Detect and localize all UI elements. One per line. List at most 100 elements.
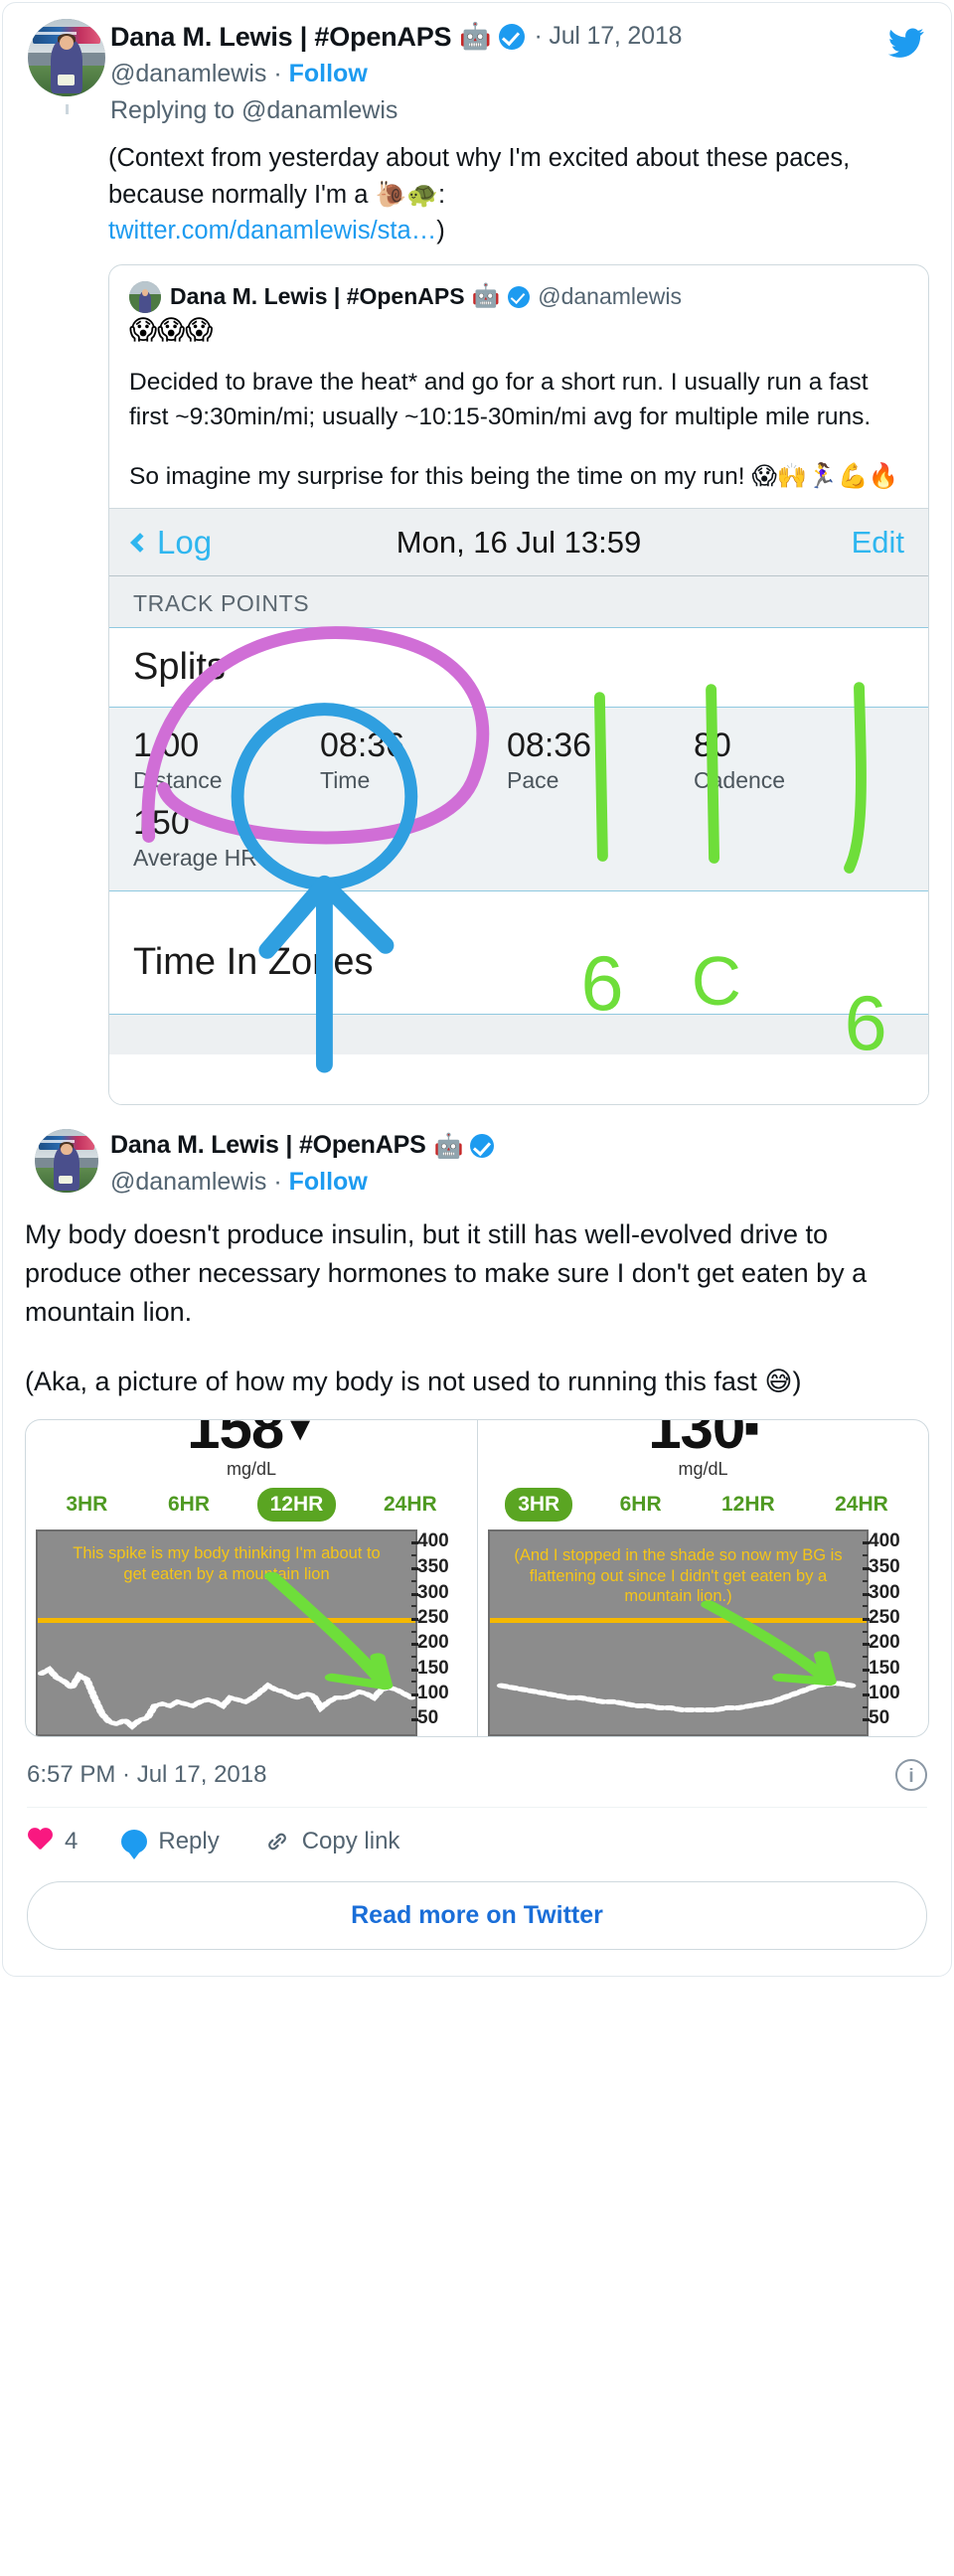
track-points-section-label: TRACK POINTS <box>109 576 928 629</box>
range-button-6hr-left[interactable]: 6HR <box>155 1488 223 1522</box>
stat-pace-value: 08:36 <box>507 726 592 765</box>
stat-time-value: 08:36 <box>320 726 405 765</box>
stat-average-hr-value: 150 <box>133 804 190 843</box>
follow-button[interactable]: Follow <box>289 60 368 87</box>
range-button-6hr-right[interactable]: 6HR <box>607 1488 675 1522</box>
cgm-left-ytick-400: 400 <box>411 1530 449 1552</box>
tweet2-handle[interactable]: @danamlewis <box>110 1168 266 1196</box>
like-count: 4 <box>65 1827 79 1854</box>
cgm-right-ytick-300: 300 <box>863 1581 900 1603</box>
like-action[interactable]: 4 <box>27 1828 78 1855</box>
quoted-paragraph-2: So imagine my surprise for this being th… <box>129 459 908 495</box>
tweet2-paragraph-2: (Aka, a picture of how my body is not us… <box>25 1363 929 1401</box>
workout-app-screenshot[interactable]: Log Mon, 16 Jul 13:59 Edit TRACK POINTS … <box>109 508 928 1105</box>
tweet-link[interactable]: twitter.com/danamlewis/sta… <box>108 217 436 244</box>
range-button-3hr-left[interactable]: 3HR <box>53 1488 120 1522</box>
copy-link-action[interactable]: Copy link <box>263 1828 399 1855</box>
robot-icon: 🤖 <box>459 21 492 52</box>
cgm-right-y-axis: 400 350 300 250 200 150 100 50 <box>862 1529 924 1736</box>
author-handle[interactable]: @danamlewis <box>110 60 266 87</box>
tweet-body-column: (Context from yesterday about why I'm ex… <box>25 128 929 1106</box>
tweet2-separator-dot: · <box>273 1168 282 1197</box>
info-icon[interactable]: i <box>895 1758 927 1791</box>
tweet-actions: 4 Reply Copy link <box>3 1808 951 1877</box>
splits-stats-row[interactable]: 1.00 Distance 08:36 Time 08:36 Pace 80 C… <box>109 708 928 892</box>
chevron-left-icon <box>130 533 150 553</box>
quoted-text: Decided to brave the heat* and go for a … <box>129 366 908 494</box>
separator-dot: · <box>273 60 282 88</box>
quoted-tweet[interactable]: Dana M. Lewis | #OpenAPS 🤖 @danamlewis 😱… <box>108 264 929 1106</box>
quoted-paragraph-2-text: So imagine my surprise for this being th… <box>129 462 752 490</box>
tweet-embed-card: Dana M. Lewis | #OpenAPS 🤖 · Jul 17, 201… <box>2 2 952 1977</box>
reply-label: Reply <box>158 1827 220 1854</box>
tweet2-body: My body doesn't produce insulin, but it … <box>25 1200 929 1737</box>
author-handle-row: @danamlewis · Follow <box>110 57 929 91</box>
tweet2-avatar[interactable] <box>35 1129 98 1194</box>
tweet-author-block: Dana M. Lewis | #OpenAPS 🤖 · Jul 17, 201… <box>108 19 929 128</box>
tweet2-follow-button[interactable]: Follow <box>289 1168 368 1196</box>
time-in-zones-row[interactable]: Time In Zones <box>109 891 928 1016</box>
stat-average-hr-label: Average HR <box>133 844 257 871</box>
tweet-meta-row: 6:57 PM · Jul 17, 2018 i <box>3 1737 951 1807</box>
cgm-left-ytick-300: 300 <box>411 1581 449 1603</box>
replying-to-label: Replying to @danamlewis <box>110 96 398 125</box>
tweet2-paragraph-2-close: ) <box>792 1366 802 1396</box>
cgm-right-reading: 130 <box>648 1419 745 1461</box>
back-button[interactable]: Log <box>130 524 212 562</box>
tweet2-handle-row: @danamlewis · Follow <box>110 1165 929 1200</box>
quoted-verified-badge-icon <box>508 286 531 309</box>
range-button-24hr-left[interactable]: 24HR <box>371 1488 450 1522</box>
author-display-name[interactable]: Dana M. Lewis | #OpenAPS <box>110 19 452 55</box>
range-button-12hr-left[interactable]: 12HR <box>256 1487 337 1522</box>
verified-badge-icon <box>498 24 525 51</box>
cgm-panel-left: 158▼ mg/dL 3HR 6HR 12HR 24HR This spike … <box>26 1420 477 1736</box>
cgm-left-range-selector: 3HR 6HR 12HR 24HR <box>26 1487 477 1522</box>
stat-average-hr: 150 Average HR <box>133 803 904 873</box>
tweet2-header: Dana M. Lewis | #OpenAPS 🤖 @danamlewis ·… <box>25 1119 929 1200</box>
quoted-author-row: Dana M. Lewis | #OpenAPS 🤖 @danamlewis <box>129 281 908 314</box>
cgm-left-ytick-50: 50 <box>410 1707 439 1729</box>
tweet2-avatar-column <box>25 1129 108 1194</box>
cgm-right-ytick-350: 350 <box>863 1556 900 1578</box>
stat-pace: 08:36 Pace <box>507 725 694 795</box>
cgm-right-reading-row: 130■ <box>478 1420 928 1458</box>
splits-header-row[interactable]: Splits <box>109 628 928 709</box>
tweet2-author-name-row: Dana M. Lewis | #OpenAPS 🤖 <box>110 1129 929 1163</box>
cgm-left-y-axis: 400 350 300 250 200 150 100 50 <box>410 1529 473 1736</box>
stat-time: 08:36 Time <box>320 725 507 795</box>
author-name-row: Dana M. Lewis | #OpenAPS 🤖 · Jul 17, 201… <box>110 19 929 55</box>
cgm-left-reading-row: 158▼ <box>26 1420 477 1458</box>
avatar[interactable] <box>28 19 105 96</box>
range-button-24hr-right[interactable]: 24HR <box>822 1488 901 1522</box>
celebration-emoji-icon: 😱🙌🏃‍♀️💪🔥 <box>751 460 898 490</box>
quoted-robot-icon: 🤖 <box>471 283 501 310</box>
tweet2-display-name[interactable]: Dana M. Lewis | #OpenAPS <box>110 1129 426 1163</box>
cgm-right-ytick-100: 100 <box>863 1683 900 1704</box>
quoted-emoji-row: 😱😱😱 <box>129 315 214 347</box>
stat-cadence: 80 Cadence <box>694 725 880 795</box>
tweet-header: Dana M. Lewis | #OpenAPS 🤖 · Jul 17, 201… <box>25 3 929 128</box>
tweet-primary: Dana M. Lewis | #OpenAPS 🤖 · Jul 17, 201… <box>3 3 951 1106</box>
info-icon-glyph: i <box>908 1765 914 1787</box>
stat-time-label: Time <box>320 766 371 793</box>
cgm-chart-image[interactable]: 158▼ mg/dL 3HR 6HR 12HR 24HR This spike … <box>25 1418 929 1737</box>
heart-icon <box>27 1829 54 1853</box>
cgm-right-unit: mg/dL <box>678 1458 728 1479</box>
reply-action[interactable]: Reply <box>121 1827 220 1859</box>
cgm-right-green-arrow-annotation <box>701 1600 837 1686</box>
tweet-date[interactable]: · Jul 17, 2018 <box>535 20 683 54</box>
range-button-12hr-right[interactable]: 12HR <box>709 1488 788 1522</box>
stat-distance-value: 1.00 <box>133 726 200 765</box>
tweet-link-close: ) <box>436 216 445 244</box>
range-button-3hr-right[interactable]: 3HR <box>505 1487 573 1522</box>
cgm-left-green-arrow-annotation <box>264 1571 394 1690</box>
quoted-handle: @danamlewis <box>538 283 683 310</box>
edit-button[interactable]: Edit <box>852 525 904 561</box>
cgm-left-ytick-200: 200 <box>411 1632 449 1654</box>
stat-pace-label: Pace <box>507 766 559 793</box>
tweet-timestamp[interactable]: 6:57 PM · Jul 17, 2018 <box>27 1761 266 1789</box>
read-more-button[interactable]: Read more on Twitter <box>27 1880 927 1950</box>
avatar-column <box>25 19 108 114</box>
quoted-avatar <box>129 281 161 314</box>
link-icon <box>267 1833 286 1851</box>
